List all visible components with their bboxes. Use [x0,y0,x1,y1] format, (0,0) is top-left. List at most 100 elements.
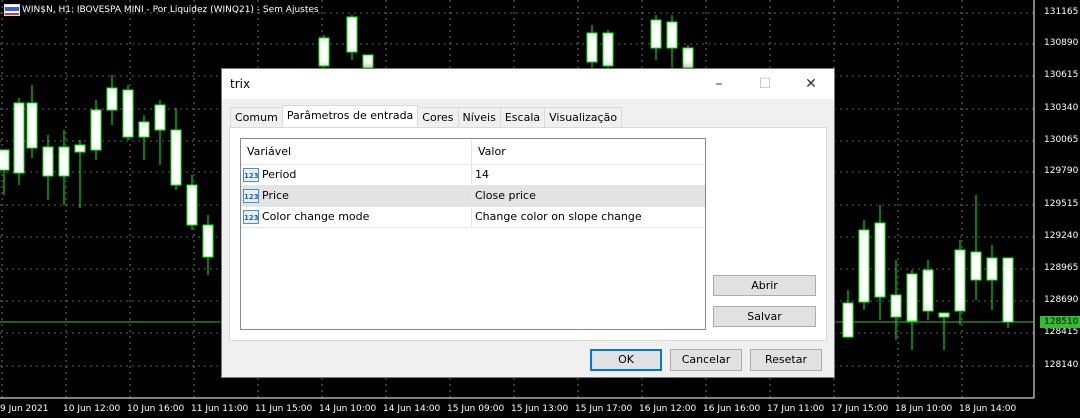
candle-body [186,184,198,226]
candle-body [42,146,54,177]
time-label: 17 Jun 11:00 [767,404,825,414]
time-label: 9 Jun 2021 [0,404,49,414]
dialog-titlebar[interactable]: trix – ☐ ✕ [222,69,834,99]
indicator-properties-dialog: trix – ☐ ✕ Comum Parâmetros de entrada C… [221,68,835,378]
close-icon: ✕ [805,76,817,92]
row-variable-name: Period [262,168,297,181]
time-label: 18 Jun 10:00 [895,404,953,414]
time-label: 14 Jun 14:00 [383,404,441,414]
candle-body [170,129,182,186]
time-label: 17 Jun 15:00 [831,404,889,414]
time-label: 15 Jun 17:00 [575,404,633,414]
candle-body [202,224,214,258]
parameters-table: Variável Valor 123 Period 14 123 Price Clo… [240,138,706,330]
column-header-variavel[interactable]: Variável [241,139,472,164]
minimize-button[interactable]: – [696,69,742,99]
price-label: 129240 [1044,231,1079,241]
price-label: 130890 [1044,38,1079,48]
candle-body [842,302,854,338]
time-label: 11 Jun 15:00 [255,404,313,414]
candle-body [682,47,694,69]
chart-title: WIN$N, H1: IBOVESPA MINI - Por Liquidez … [0,0,319,20]
current-price-label: 128510 [1040,316,1080,328]
tab-panel: Variável Valor 123 Period 14 123 Price Clo… [229,127,827,341]
row-variable-cell: 123 Price [241,186,472,206]
column-header-valor[interactable]: Valor [472,139,705,164]
dialog-title: trix [230,77,251,91]
numeric-123-icon: 123 [243,210,259,224]
time-label: 16 Jun 16:00 [703,404,761,414]
candle-body [922,269,934,312]
abrir-button[interactable]: Abrir [713,275,816,296]
reset-button[interactable]: Resetar [750,349,822,371]
row-variable-name: Color change mode [262,210,370,223]
dialog-tabs: Comum Parâmetros de entrada Cores Níveis… [230,105,623,127]
price-label: 128965 [1044,263,1079,273]
candle-body [106,87,118,111]
price-label: 130615 [1044,70,1079,80]
table-row[interactable]: 123 Price Close price [241,186,705,207]
candle-body [74,144,86,153]
table-header: Variável Valor [241,139,705,165]
time-label: 18 Jun 14:00 [959,404,1017,414]
minimize-icon: – [715,76,723,92]
candle-body [890,294,902,318]
price-label: 129515 [1044,199,1079,209]
time-label: 15 Jun 09:00 [447,404,505,414]
candle-body [122,89,134,138]
row-value[interactable]: Change color on slope change [472,207,705,227]
candle-body [362,54,374,69]
candle-body [874,222,886,298]
tab-comum[interactable]: Comum [230,107,283,127]
candle-body [586,32,598,63]
candle-body [858,229,870,303]
maximize-icon: ☐ [758,76,772,92]
maximize-button[interactable]: ☐ [742,69,788,99]
time-label: 10 Jun 12:00 [63,404,121,414]
tab-cores[interactable]: Cores [417,107,459,127]
close-button[interactable]: ✕ [788,69,834,99]
table-row[interactable]: 123 Period 14 [241,165,705,186]
candle-body [346,16,358,53]
row-value[interactable]: Close price [472,186,705,206]
chart-window-icon [4,4,20,16]
candle-body [666,21,678,49]
row-variable-cell: 123 Period [241,165,472,185]
price-label: 130340 [1044,103,1079,113]
chart-title-text: WIN$N, H1: IBOVESPA MINI - Por Liquidez … [22,5,319,15]
time-label: 10 Jun 16:00 [127,404,185,414]
time-label: 15 Jun 13:00 [511,404,569,414]
row-variable-name: Price [262,189,289,202]
candle-body [154,104,166,131]
price-label: 129790 [1044,166,1079,176]
table-row[interactable]: 123 Color change mode Change color on slo… [241,207,705,228]
price-label: 130065 [1044,135,1079,145]
candle-body [602,32,614,67]
price-label: 128415 [1044,327,1079,337]
candle-body [58,146,70,177]
candle-body [906,273,918,322]
candle-body [26,102,38,149]
tab-parametros-de-entrada[interactable]: Parâmetros de entrada [281,105,419,127]
salvar-button[interactable]: Salvar [713,306,816,327]
candle-body [0,149,10,171]
candle-body [986,257,998,281]
tab-escala[interactable]: Escala [499,107,546,127]
numeric-123-icon: 123 [243,189,259,203]
tab-niveis[interactable]: Níveis [457,107,501,127]
cancel-button[interactable]: Cancelar [670,349,742,371]
numeric-123-icon: 123 [243,168,259,182]
candle-body [938,312,950,318]
candle-body [650,19,662,49]
time-label: 14 Jun 10:00 [319,404,377,414]
candle-body [318,37,330,67]
ok-button[interactable]: OK [590,349,662,371]
candle-body [90,109,102,151]
row-variable-cell: 123 Color change mode [241,207,472,227]
price-label: 128140 [1044,360,1079,370]
row-value[interactable]: 14 [472,165,705,185]
tab-visualizacao[interactable]: Visualização [544,107,623,127]
time-label: 11 Jun 11:00 [191,404,249,414]
candle-body [13,102,25,174]
time-label: 16 Jun 12:00 [639,404,697,414]
